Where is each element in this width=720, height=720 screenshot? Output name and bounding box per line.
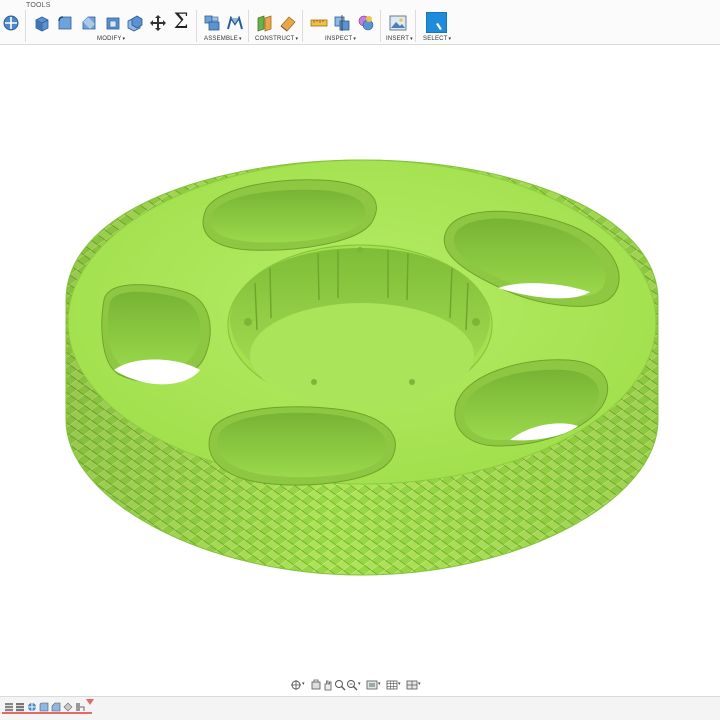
move-arrows-icon[interactable] [149,14,167,32]
go-to-start-icon[interactable] [4,701,14,713]
inspect-menu[interactable]: INSPECT▾ [325,36,356,42]
tools-tab-label[interactable]: TOOLS [26,2,51,9]
grid-icon[interactable] [386,678,398,692]
chevron-down-icon[interactable]: ▾ [418,681,421,687]
select-menu[interactable]: SELECT▾ [423,36,451,42]
shell-icon[interactable] [104,14,122,32]
go-to-end-icon[interactable] [51,701,61,713]
construct-label: CONSTRUCT [255,36,295,42]
chevron-down-icon[interactable]: ▾ [358,681,361,687]
toolbar-divider [380,10,381,42]
chevron-down-icon: ▾ [353,36,357,42]
assemble-menu[interactable]: ASSEMBLE▾ [204,36,242,42]
orbit-icon[interactable] [290,678,302,692]
modify-menu[interactable]: MODIFY▾ [97,36,125,42]
ribbon-toolbar: TOOLS Σ MODIFY▾ ASSEMBLE▾ CONSTRUCT▾ INS… [0,0,720,45]
chevron-down-icon: ▾ [238,36,242,42]
zoom-icon[interactable] [346,678,358,692]
center-cup-floor [250,303,474,407]
insert-label: INSERT [386,36,410,42]
display-settings-icon[interactable] [366,678,378,692]
slot-bottom [208,406,396,486]
fillet-icon[interactable] [56,14,74,32]
select-label: SELECT [423,36,448,42]
component-colors-icon[interactable] [357,14,375,32]
chevron-down-icon[interactable]: ▾ [398,681,401,687]
chevron-down-icon: ▾ [410,36,413,42]
press-pull-icon[interactable] [33,14,51,32]
pan-icon[interactable] [322,678,334,692]
toolbar-divider [25,10,26,42]
chevron-down-icon: ▾ [122,36,126,42]
timeline-bar [0,696,720,720]
toolbar-divider [196,10,197,42]
combine-icon[interactable] [126,14,144,32]
toolbar-divider [415,10,416,42]
knurled-spool-body[interactable] [0,46,720,674]
sigma-icon[interactable]: Σ [173,10,189,32]
previous-step-icon[interactable] [15,701,25,713]
next-step-icon[interactable] [39,701,49,713]
chevron-down-icon: ▾ [295,36,299,42]
extrude-feature-icon[interactable] [75,701,85,713]
zoom-window-icon[interactable] [334,678,346,692]
measure-icon[interactable] [310,14,328,32]
move-tool-icon[interactable] [2,14,20,32]
look-at-icon[interactable] [310,678,322,692]
insert-menu[interactable]: INSERT▾ [386,36,413,42]
chevron-down-icon[interactable]: ▾ [378,681,381,687]
play-icon[interactable] [27,701,37,713]
joint-icon[interactable] [226,14,244,32]
insert-image-icon[interactable] [389,14,407,32]
slot-left [101,284,211,385]
chamfer-icon[interactable] [80,14,98,32]
new-component-icon[interactable] [203,14,221,32]
chevron-down-icon[interactable]: ▾ [302,681,305,687]
graphics-canvas[interactable] [0,46,720,674]
modify-label: MODIFY [97,36,122,42]
construct-menu[interactable]: CONSTRUCT▾ [255,36,298,42]
select-cursor-icon[interactable] [426,12,447,33]
inspect-label: INSPECT [325,36,353,42]
plane-at-angle-icon[interactable] [279,14,297,32]
assemble-label: ASSEMBLE [204,36,238,42]
interference-icon[interactable] [333,14,351,32]
navigation-bar: ▾ ▾ ▾ ▾ ▾ [290,678,426,692]
marker-icon[interactable] [86,699,94,707]
toolbar-divider [248,10,249,42]
chevron-down-icon: ▾ [448,36,452,42]
fusion-window: TOOLS Σ MODIFY▾ ASSEMBLE▾ CONSTRUCT▾ INS… [0,0,720,720]
sketch-feature-icon[interactable] [63,701,73,713]
toolbar-divider [302,10,303,42]
offset-plane-icon[interactable] [256,14,274,32]
viewports-icon[interactable] [406,678,418,692]
